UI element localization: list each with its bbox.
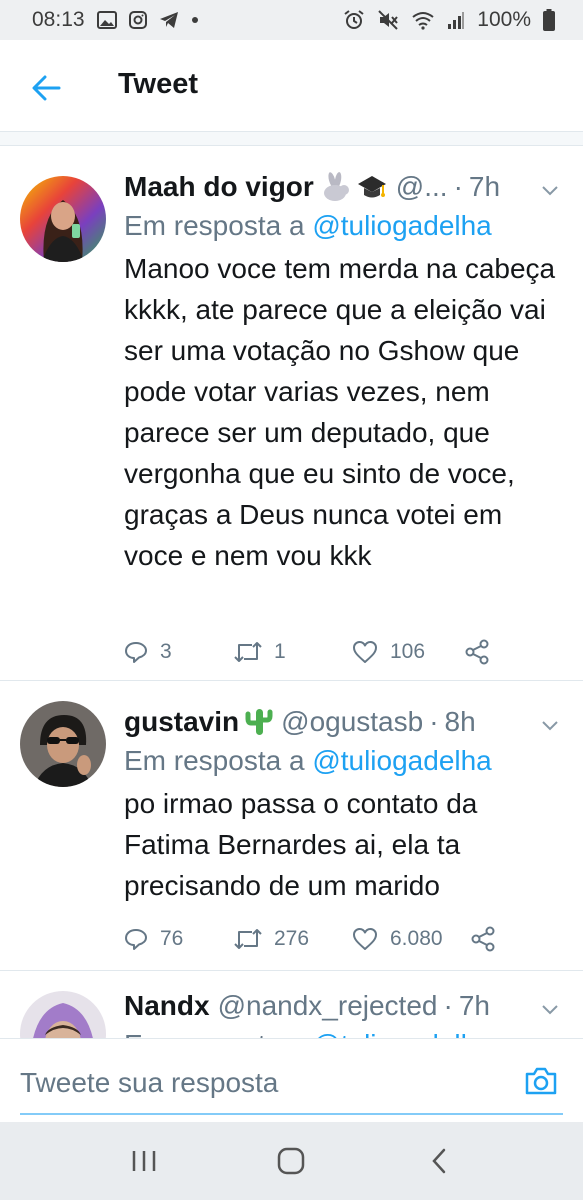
share-icon bbox=[471, 926, 495, 952]
tweet-text: po irmao passa o contato da Fatima Berna… bbox=[124, 788, 478, 901]
chevron-down-icon[interactable] bbox=[539, 715, 561, 737]
status-bar: 08:13 100% bbox=[0, 0, 583, 40]
wifi-icon bbox=[411, 10, 435, 30]
retweet-count: 276 bbox=[274, 927, 310, 950]
reply-mention-link[interactable]: @tuliogadelha bbox=[312, 1029, 491, 1038]
tweet-card[interactable]: gustavin @ogustasb · 8h Em resposta a @t… bbox=[0, 681, 583, 971]
display-name[interactable]: Nandx bbox=[124, 990, 210, 1022]
retweet-button[interactable]: 276 bbox=[234, 927, 352, 951]
mute-icon bbox=[377, 9, 399, 31]
reply-count: 3 bbox=[160, 640, 172, 663]
retweet-icon bbox=[234, 642, 262, 662]
heart-icon bbox=[353, 641, 377, 663]
avatar[interactable] bbox=[20, 701, 106, 787]
like-count: 6.080 bbox=[390, 927, 443, 950]
status-time: 08:13 bbox=[32, 8, 85, 31]
back-arrow-icon[interactable] bbox=[24, 66, 68, 110]
reply-feed[interactable]: Maah do vigor @... · 7h Em resposta a @t… bbox=[0, 132, 583, 1038]
battery-percent: 100% bbox=[477, 8, 531, 31]
retweet-button[interactable]: 1 bbox=[234, 640, 352, 664]
home-icon[interactable] bbox=[261, 1131, 321, 1191]
reply-composer: Tweete sua resposta bbox=[0, 1038, 583, 1122]
gallery-icon bbox=[96, 11, 117, 29]
reply-button[interactable]: 3 bbox=[124, 640, 234, 664]
reply-context: Em resposta a @tuliogadelha bbox=[124, 1025, 563, 1038]
alarm-icon bbox=[343, 9, 365, 31]
timestamp[interactable]: 8h bbox=[445, 706, 476, 738]
display-name[interactable]: gustavin bbox=[124, 706, 239, 738]
retweet-count: 1 bbox=[274, 640, 286, 663]
separator-dot: · bbox=[453, 171, 463, 202]
separator-dot: · bbox=[429, 706, 439, 737]
reply-mention-link[interactable]: @tuliogadelha bbox=[312, 210, 491, 241]
heart-icon bbox=[353, 928, 377, 950]
reply-input[interactable]: Tweete sua resposta bbox=[20, 1067, 278, 1099]
display-name[interactable]: Maah do vigor bbox=[124, 171, 314, 203]
chevron-down-icon[interactable] bbox=[539, 999, 561, 1021]
feed-gap bbox=[0, 132, 583, 146]
telegram-icon bbox=[159, 11, 179, 29]
separator-dot: · bbox=[443, 990, 453, 1021]
reply-context: Em resposta a @tuliogadelha bbox=[124, 206, 563, 246]
signal-icon bbox=[447, 10, 465, 30]
rabbit-emoji-icon bbox=[320, 172, 350, 202]
share-button[interactable] bbox=[464, 639, 490, 665]
like-button[interactable]: 6.080 bbox=[352, 927, 470, 951]
tweet-header: Nandx @nandx_rejected · 7h bbox=[124, 987, 563, 1025]
retweet-icon bbox=[234, 929, 262, 949]
page-title: Tweet bbox=[118, 68, 199, 100]
battery-icon bbox=[543, 9, 555, 31]
timestamp[interactable]: 7h bbox=[469, 171, 500, 203]
system-nav-bar bbox=[0, 1122, 583, 1200]
input-underline bbox=[20, 1113, 563, 1115]
share-icon bbox=[465, 639, 489, 665]
avatar[interactable] bbox=[20, 176, 106, 262]
system-back-icon[interactable] bbox=[409, 1131, 469, 1191]
reply-context: Em resposta a @tuliogadelha bbox=[124, 741, 563, 781]
tweet-actions: 3 1 106 bbox=[124, 622, 563, 682]
tweet-text: Manoo voce tem merda na cabeça kkkk, ate… bbox=[124, 253, 556, 571]
reply-prefix: Em resposta a bbox=[124, 745, 305, 776]
tweet-header: Maah do vigor @... · 7h bbox=[124, 168, 563, 206]
top-app-bar: Tweet bbox=[0, 40, 583, 132]
reply-prefix: Em resposta a bbox=[124, 1029, 305, 1038]
user-handle[interactable]: @nandx_rejected bbox=[218, 990, 438, 1022]
user-handle[interactable]: @ogustasb bbox=[281, 706, 423, 738]
avatar[interactable] bbox=[20, 991, 106, 1038]
tweet-actions: 76 276 6.080 bbox=[124, 909, 563, 969]
reply-icon bbox=[125, 642, 147, 663]
timestamp[interactable]: 7h bbox=[459, 990, 490, 1022]
instagram-icon bbox=[128, 11, 147, 29]
reply-icon bbox=[125, 929, 147, 950]
tweet-card[interactable]: Nandx @nandx_rejected · 7h Em resposta a… bbox=[0, 971, 583, 1038]
recent-apps-icon[interactable] bbox=[114, 1131, 174, 1191]
reply-count: 76 bbox=[160, 927, 184, 950]
share-button[interactable] bbox=[470, 926, 496, 952]
like-button[interactable]: 106 bbox=[352, 640, 464, 664]
dot-icon bbox=[191, 16, 199, 24]
reply-mention-link[interactable]: @tuliogadelha bbox=[312, 745, 491, 776]
cactus-emoji-icon bbox=[245, 707, 273, 737]
graduation-cap-emoji-icon bbox=[356, 172, 388, 202]
like-count: 106 bbox=[390, 640, 426, 663]
tweet-header: gustavin @ogustasb · 8h bbox=[124, 703, 563, 741]
reply-prefix: Em resposta a bbox=[124, 210, 305, 241]
tweet-card[interactable]: Maah do vigor @... · 7h Em resposta a @t… bbox=[0, 146, 583, 681]
user-handle[interactable]: @... bbox=[396, 171, 448, 203]
reply-button[interactable]: 76 bbox=[124, 927, 234, 951]
camera-icon[interactable] bbox=[521, 1061, 561, 1101]
chevron-down-icon[interactable] bbox=[539, 180, 561, 202]
